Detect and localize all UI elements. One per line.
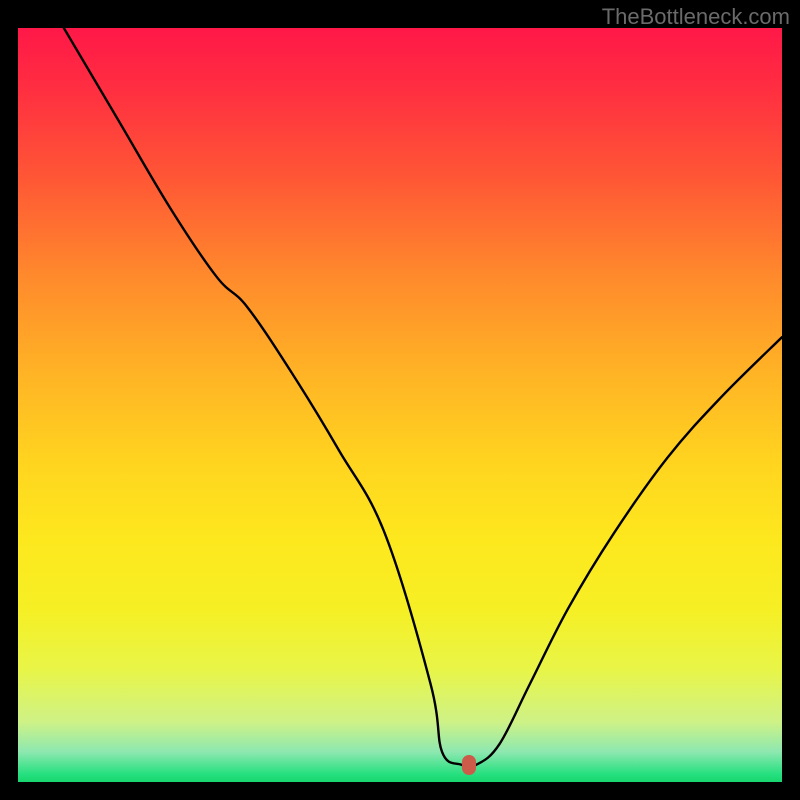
plot-area (18, 28, 782, 782)
curve-svg (18, 28, 782, 782)
watermark-text: TheBottleneck.com (602, 4, 790, 30)
bottleneck-curve (64, 28, 782, 767)
chart-frame: TheBottleneck.com (0, 0, 800, 800)
optimal-point-marker (462, 755, 476, 775)
